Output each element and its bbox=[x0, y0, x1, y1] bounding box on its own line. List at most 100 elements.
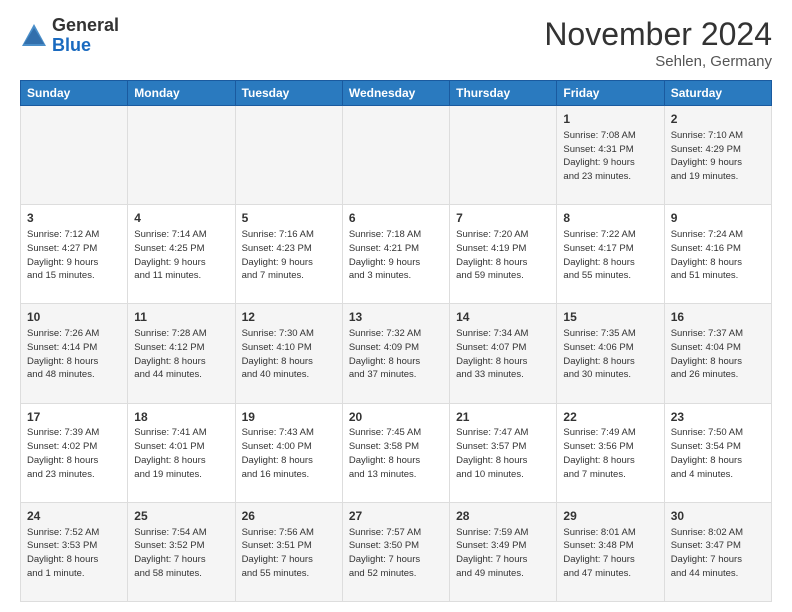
day-number: 25 bbox=[134, 508, 228, 525]
day-info: Sunrise: 7:32 AM Sunset: 4:09 PM Dayligh… bbox=[349, 327, 443, 382]
calendar-week-row: 1Sunrise: 7:08 AM Sunset: 4:31 PM Daylig… bbox=[21, 106, 772, 205]
day-number: 29 bbox=[563, 508, 657, 525]
month-title: November 2024 bbox=[544, 16, 772, 53]
header-tuesday: Tuesday bbox=[235, 81, 342, 106]
day-number: 18 bbox=[134, 409, 228, 426]
calendar-cell: 4Sunrise: 7:14 AM Sunset: 4:25 PM Daylig… bbox=[128, 205, 235, 304]
calendar-cell: 5Sunrise: 7:16 AM Sunset: 4:23 PM Daylig… bbox=[235, 205, 342, 304]
day-info: Sunrise: 7:14 AM Sunset: 4:25 PM Dayligh… bbox=[134, 228, 228, 283]
calendar-cell: 3Sunrise: 7:12 AM Sunset: 4:27 PM Daylig… bbox=[21, 205, 128, 304]
calendar-week-row: 24Sunrise: 7:52 AM Sunset: 3:53 PM Dayli… bbox=[21, 502, 772, 601]
logo-blue-text: Blue bbox=[52, 36, 119, 56]
day-number: 12 bbox=[242, 309, 336, 326]
day-info: Sunrise: 7:16 AM Sunset: 4:23 PM Dayligh… bbox=[242, 228, 336, 283]
calendar-cell: 15Sunrise: 7:35 AM Sunset: 4:06 PM Dayli… bbox=[557, 304, 664, 403]
calendar-cell: 21Sunrise: 7:47 AM Sunset: 3:57 PM Dayli… bbox=[450, 403, 557, 502]
calendar-cell: 14Sunrise: 7:34 AM Sunset: 4:07 PM Dayli… bbox=[450, 304, 557, 403]
calendar-cell: 17Sunrise: 7:39 AM Sunset: 4:02 PM Dayli… bbox=[21, 403, 128, 502]
day-number: 10 bbox=[27, 309, 121, 326]
header-monday: Monday bbox=[128, 81, 235, 106]
day-info: Sunrise: 7:39 AM Sunset: 4:02 PM Dayligh… bbox=[27, 426, 121, 481]
logo-general-text: General bbox=[52, 16, 119, 36]
calendar-cell: 26Sunrise: 7:56 AM Sunset: 3:51 PM Dayli… bbox=[235, 502, 342, 601]
day-info: Sunrise: 7:59 AM Sunset: 3:49 PM Dayligh… bbox=[456, 526, 550, 581]
day-number: 7 bbox=[456, 210, 550, 227]
day-info: Sunrise: 7:12 AM Sunset: 4:27 PM Dayligh… bbox=[27, 228, 121, 283]
day-info: Sunrise: 7:45 AM Sunset: 3:58 PM Dayligh… bbox=[349, 426, 443, 481]
logo-text: General Blue bbox=[52, 16, 119, 56]
day-info: Sunrise: 7:37 AM Sunset: 4:04 PM Dayligh… bbox=[671, 327, 765, 382]
day-info: Sunrise: 7:20 AM Sunset: 4:19 PM Dayligh… bbox=[456, 228, 550, 283]
header-wednesday: Wednesday bbox=[342, 81, 449, 106]
day-number: 8 bbox=[563, 210, 657, 227]
calendar-cell: 24Sunrise: 7:52 AM Sunset: 3:53 PM Dayli… bbox=[21, 502, 128, 601]
day-number: 22 bbox=[563, 409, 657, 426]
calendar-week-row: 3Sunrise: 7:12 AM Sunset: 4:27 PM Daylig… bbox=[21, 205, 772, 304]
header-saturday: Saturday bbox=[664, 81, 771, 106]
title-block: November 2024 Sehlen, Germany bbox=[544, 16, 772, 70]
calendar-cell bbox=[21, 106, 128, 205]
day-number: 16 bbox=[671, 309, 765, 326]
weekday-header-row: Sunday Monday Tuesday Wednesday Thursday… bbox=[21, 81, 772, 106]
calendar-cell: 16Sunrise: 7:37 AM Sunset: 4:04 PM Dayli… bbox=[664, 304, 771, 403]
calendar-cell bbox=[128, 106, 235, 205]
day-info: Sunrise: 7:56 AM Sunset: 3:51 PM Dayligh… bbox=[242, 526, 336, 581]
day-info: Sunrise: 7:26 AM Sunset: 4:14 PM Dayligh… bbox=[27, 327, 121, 382]
calendar-week-row: 10Sunrise: 7:26 AM Sunset: 4:14 PM Dayli… bbox=[21, 304, 772, 403]
day-info: Sunrise: 7:30 AM Sunset: 4:10 PM Dayligh… bbox=[242, 327, 336, 382]
day-number: 4 bbox=[134, 210, 228, 227]
day-number: 26 bbox=[242, 508, 336, 525]
day-number: 20 bbox=[349, 409, 443, 426]
day-info: Sunrise: 7:34 AM Sunset: 4:07 PM Dayligh… bbox=[456, 327, 550, 382]
calendar-cell: 29Sunrise: 8:01 AM Sunset: 3:48 PM Dayli… bbox=[557, 502, 664, 601]
day-info: Sunrise: 7:28 AM Sunset: 4:12 PM Dayligh… bbox=[134, 327, 228, 382]
day-number: 1 bbox=[563, 111, 657, 128]
calendar-cell: 22Sunrise: 7:49 AM Sunset: 3:56 PM Dayli… bbox=[557, 403, 664, 502]
day-number: 17 bbox=[27, 409, 121, 426]
day-number: 13 bbox=[349, 309, 443, 326]
day-number: 24 bbox=[27, 508, 121, 525]
day-number: 9 bbox=[671, 210, 765, 227]
day-number: 6 bbox=[349, 210, 443, 227]
day-info: Sunrise: 7:54 AM Sunset: 3:52 PM Dayligh… bbox=[134, 526, 228, 581]
calendar-cell: 23Sunrise: 7:50 AM Sunset: 3:54 PM Dayli… bbox=[664, 403, 771, 502]
calendar-header: Sunday Monday Tuesday Wednesday Thursday… bbox=[21, 81, 772, 106]
calendar-cell bbox=[235, 106, 342, 205]
header-friday: Friday bbox=[557, 81, 664, 106]
day-info: Sunrise: 8:01 AM Sunset: 3:48 PM Dayligh… bbox=[563, 526, 657, 581]
day-number: 14 bbox=[456, 309, 550, 326]
calendar-table: Sunday Monday Tuesday Wednesday Thursday… bbox=[20, 80, 772, 602]
calendar: Sunday Monday Tuesday Wednesday Thursday… bbox=[20, 80, 772, 602]
day-number: 11 bbox=[134, 309, 228, 326]
day-number: 28 bbox=[456, 508, 550, 525]
day-number: 5 bbox=[242, 210, 336, 227]
day-info: Sunrise: 7:18 AM Sunset: 4:21 PM Dayligh… bbox=[349, 228, 443, 283]
calendar-cell: 30Sunrise: 8:02 AM Sunset: 3:47 PM Dayli… bbox=[664, 502, 771, 601]
calendar-cell: 6Sunrise: 7:18 AM Sunset: 4:21 PM Daylig… bbox=[342, 205, 449, 304]
calendar-cell: 11Sunrise: 7:28 AM Sunset: 4:12 PM Dayli… bbox=[128, 304, 235, 403]
page: General Blue November 2024 Sehlen, Germa… bbox=[0, 0, 792, 612]
calendar-cell: 25Sunrise: 7:54 AM Sunset: 3:52 PM Dayli… bbox=[128, 502, 235, 601]
calendar-cell: 9Sunrise: 7:24 AM Sunset: 4:16 PM Daylig… bbox=[664, 205, 771, 304]
logo-icon bbox=[20, 22, 48, 50]
day-number: 21 bbox=[456, 409, 550, 426]
day-info: Sunrise: 7:35 AM Sunset: 4:06 PM Dayligh… bbox=[563, 327, 657, 382]
calendar-cell: 27Sunrise: 7:57 AM Sunset: 3:50 PM Dayli… bbox=[342, 502, 449, 601]
location: Sehlen, Germany bbox=[544, 53, 772, 70]
calendar-cell: 12Sunrise: 7:30 AM Sunset: 4:10 PM Dayli… bbox=[235, 304, 342, 403]
calendar-cell: 1Sunrise: 7:08 AM Sunset: 4:31 PM Daylig… bbox=[557, 106, 664, 205]
day-info: Sunrise: 7:47 AM Sunset: 3:57 PM Dayligh… bbox=[456, 426, 550, 481]
day-info: Sunrise: 7:10 AM Sunset: 4:29 PM Dayligh… bbox=[671, 129, 765, 184]
calendar-body: 1Sunrise: 7:08 AM Sunset: 4:31 PM Daylig… bbox=[21, 106, 772, 602]
calendar-cell: 2Sunrise: 7:10 AM Sunset: 4:29 PM Daylig… bbox=[664, 106, 771, 205]
day-info: Sunrise: 7:24 AM Sunset: 4:16 PM Dayligh… bbox=[671, 228, 765, 283]
header-thursday: Thursday bbox=[450, 81, 557, 106]
calendar-cell: 7Sunrise: 7:20 AM Sunset: 4:19 PM Daylig… bbox=[450, 205, 557, 304]
day-info: Sunrise: 7:08 AM Sunset: 4:31 PM Dayligh… bbox=[563, 129, 657, 184]
calendar-cell: 20Sunrise: 7:45 AM Sunset: 3:58 PM Dayli… bbox=[342, 403, 449, 502]
calendar-cell: 13Sunrise: 7:32 AM Sunset: 4:09 PM Dayli… bbox=[342, 304, 449, 403]
calendar-cell: 19Sunrise: 7:43 AM Sunset: 4:00 PM Dayli… bbox=[235, 403, 342, 502]
day-info: Sunrise: 7:57 AM Sunset: 3:50 PM Dayligh… bbox=[349, 526, 443, 581]
day-info: Sunrise: 7:41 AM Sunset: 4:01 PM Dayligh… bbox=[134, 426, 228, 481]
day-number: 3 bbox=[27, 210, 121, 227]
